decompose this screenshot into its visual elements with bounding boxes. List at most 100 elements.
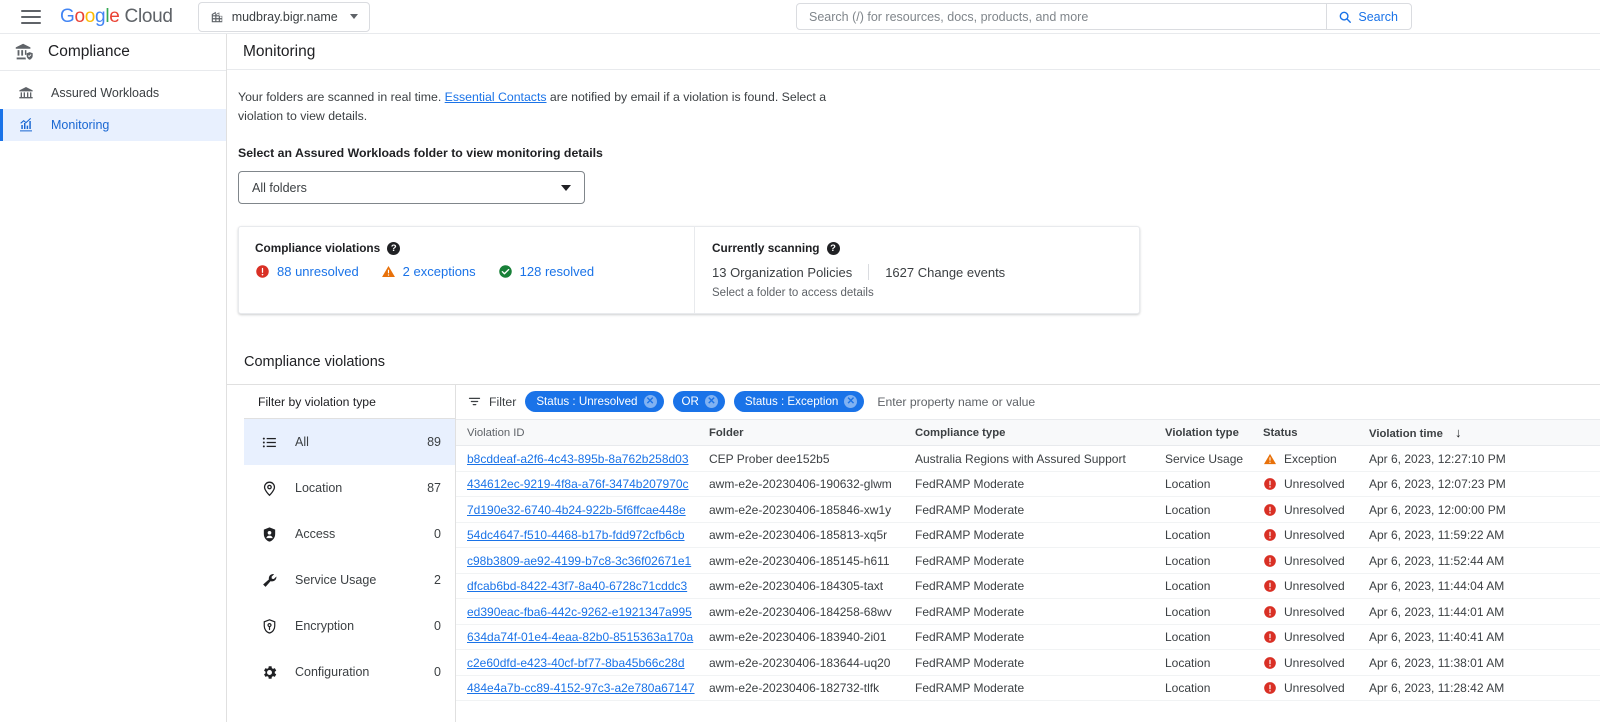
help-icon[interactable]: ?	[826, 241, 840, 255]
error-icon	[1263, 605, 1277, 619]
filter-type-all[interactable]: All 89	[244, 419, 455, 466]
cell-folder: awm-e2e-20230406-183644-uq20	[709, 649, 915, 676]
logo-cloud-text: Cloud	[124, 5, 173, 27]
cell-violation-id: c98b3809-ae92-4199-b7c8-3c36f02671e1	[456, 547, 709, 574]
sidebar-title: Compliance	[0, 34, 226, 71]
table-row[interactable]: 54dc4647-f510-4468-b17b-fdd972cfb6cb awm-…	[456, 522, 1600, 549]
filter-type-label: Access	[295, 527, 336, 542]
warning-icon	[1263, 452, 1277, 466]
cell-compliance-type: FedRAMP Moderate	[915, 522, 1165, 549]
search-button[interactable]: Search	[1326, 4, 1411, 29]
cell-violation-time: Apr 6, 2023, 11:44:01 AM	[1369, 598, 1600, 625]
filter-type-location[interactable]: Location 87	[244, 465, 455, 511]
filter-bar: Filter Status : Unresolved ✕ OR ✕ Status…	[456, 385, 1600, 419]
compliance-violations-heading-label: Compliance violations	[255, 241, 381, 256]
violation-id-link[interactable]: 434612ec-9219-4f8a-a76f-3474b207970c	[467, 477, 689, 491]
table-header-row: Violation ID Folder Compliance type Viol…	[456, 419, 1600, 447]
table-row[interactable]: c98b3809-ae92-4199-b7c8-3c36f02671e1 awm-…	[456, 547, 1600, 574]
summary-card: Compliance violations ? 88 unresolved 2 …	[238, 226, 1140, 315]
cell-violation-type: Location	[1165, 675, 1263, 702]
table-row[interactable]: c2e60dfd-e423-40cf-bf77-8ba45b66c28d awm-…	[456, 649, 1600, 676]
filter-type-configuration[interactable]: Configuration 0	[244, 649, 455, 695]
sidebar-item-assured-workloads[interactable]: Assured Workloads	[0, 77, 226, 109]
status-badge: Unresolved	[1284, 553, 1345, 568]
cell-status: Unresolved	[1263, 649, 1369, 676]
filter-input-placeholder[interactable]: Enter property name or value	[877, 395, 1035, 409]
violation-id-link[interactable]: 54dc4647-f510-4468-b17b-fdd972cfb6cb	[467, 528, 685, 542]
close-icon[interactable]: ✕	[844, 395, 858, 409]
violation-id-link[interactable]: 484e4a7b-cc89-4152-97c3-a2e780a67147	[467, 681, 695, 695]
compliance-violations-heading: Compliance violations ?	[255, 241, 694, 255]
chevron-down-icon	[561, 184, 571, 191]
cell-compliance-type: FedRAMP Moderate	[915, 649, 1165, 676]
divider	[868, 264, 870, 281]
filter-chip-or[interactable]: OR ✕	[672, 391, 725, 413]
cell-violation-type: Location	[1165, 649, 1263, 676]
filter-icon	[467, 394, 482, 409]
help-icon[interactable]: ?	[387, 241, 401, 255]
cell-status: Unresolved	[1263, 573, 1369, 600]
violation-id-link[interactable]: ed390eac-fba6-442c-9262-e1921347a995	[467, 605, 692, 619]
column-header-violation-id[interactable]: Violation ID	[456, 419, 709, 447]
sidebar-item-monitoring[interactable]: Monitoring	[0, 109, 226, 141]
cell-violation-id: ed390eac-fba6-442c-9262-e1921347a995	[456, 598, 709, 625]
cell-violation-id: 634da74f-01e4-4eaa-82b0-8515363a170a	[456, 624, 709, 651]
column-header-status[interactable]: Status	[1263, 419, 1369, 447]
table-row[interactable]: 434612ec-9219-4f8a-a76f-3474b207970c awm-…	[456, 471, 1600, 498]
table-row[interactable]: b8cddeaf-a2f6-4c43-895b-8a762b258d03 CEP …	[456, 445, 1600, 472]
violation-id-link[interactable]: 634da74f-01e4-4eaa-82b0-8515363a170a	[467, 630, 693, 644]
cell-status: Unresolved	[1263, 522, 1369, 549]
stat-resolved[interactable]: 128 resolved	[498, 264, 594, 279]
column-header-compliance-type[interactable]: Compliance type	[915, 419, 1165, 447]
check-circle-icon	[498, 264, 513, 279]
filter-button[interactable]: Filter	[467, 394, 516, 409]
close-icon[interactable]: ✕	[704, 395, 718, 409]
table-row[interactable]: 634da74f-01e4-4eaa-82b0-8515363a170a awm-…	[456, 624, 1600, 651]
cell-violation-type: Service Usage	[1165, 445, 1263, 472]
violation-id-link[interactable]: c98b3809-ae92-4199-b7c8-3c36f02671e1	[467, 554, 691, 568]
table-row[interactable]: ed390eac-fba6-442c-9262-e1921347a995 awm-…	[456, 598, 1600, 625]
stat-exceptions[interactable]: 2 exceptions	[381, 264, 476, 279]
stat-unresolved[interactable]: 88 unresolved	[255, 264, 359, 279]
logo-letter: o	[74, 5, 85, 27]
column-header-violation-type[interactable]: Violation type	[1165, 419, 1263, 447]
sidebar-title-label: Compliance	[48, 43, 130, 60]
folder-select[interactable]: All folders	[238, 171, 585, 205]
essential-contacts-link[interactable]: Essential Contacts	[445, 90, 547, 104]
column-header-violation-time[interactable]: Violation time ↓	[1369, 419, 1600, 447]
cell-violation-id: 7d190e32-6740-4b24-922b-5f6ffcae448e	[456, 496, 709, 523]
filter-type-encryption[interactable]: Encryption 0	[244, 603, 455, 649]
hamburger-menu-icon[interactable]	[21, 9, 41, 24]
table-row[interactable]: 484e4a7b-cc89-4152-97c3-a2e780a67147 awm-…	[456, 675, 1600, 702]
google-cloud-logo[interactable]: Google Cloud	[60, 6, 173, 28]
intro-text-part1: Your folders are scanned in real time.	[238, 90, 445, 105]
search-input[interactable]	[797, 4, 1327, 29]
app-shell: Compliance Assured Workloads Monitoring …	[0, 33, 1600, 722]
cell-status: Unresolved	[1263, 496, 1369, 523]
violation-id-link[interactable]: c2e60dfd-e423-40cf-bf77-8ba45b66c28d	[467, 656, 685, 670]
table-row[interactable]: dfcab6bd-8422-43f7-8a40-6728c71cddc3 awm-…	[456, 573, 1600, 600]
violation-id-link[interactable]: 7d190e32-6740-4b24-922b-5f6ffcae448e	[467, 503, 686, 517]
error-icon	[1263, 681, 1277, 695]
filter-type-label: Encryption	[295, 619, 355, 634]
gear-icon	[260, 663, 278, 681]
sidebar: Compliance Assured Workloads Monitoring	[0, 34, 227, 722]
filter-type-count: 0	[434, 665, 441, 680]
violation-id-link[interactable]: b8cddeaf-a2f6-4c43-895b-8a762b258d03	[467, 452, 689, 466]
filter-type-service-usage[interactable]: Service Usage 2	[244, 557, 455, 603]
filter-type-access[interactable]: Access 0	[244, 511, 455, 557]
status-badge: Unresolved	[1284, 681, 1345, 696]
filter-chip-status-exception[interactable]: Status : Exception ✕	[733, 391, 865, 413]
filter-chip-status-unresolved[interactable]: Status : Unresolved ✕	[525, 391, 664, 413]
violation-id-link[interactable]: dfcab6bd-8422-43f7-8a40-6728c71cddc3	[467, 579, 687, 593]
cell-status: Unresolved	[1263, 471, 1369, 498]
search-icon	[1338, 10, 1352, 24]
cell-compliance-type: FedRAMP Moderate	[915, 573, 1165, 600]
error-icon	[1263, 528, 1277, 542]
column-header-folder[interactable]: Folder	[709, 419, 915, 447]
project-selector[interactable]: mudbray.bigr.name	[197, 1, 370, 32]
close-icon[interactable]: ✕	[643, 395, 657, 409]
cell-status: Unresolved	[1263, 675, 1369, 702]
arrow-down-icon: ↓	[1455, 425, 1462, 441]
table-row[interactable]: 7d190e32-6740-4b24-922b-5f6ffcae448e awm-…	[456, 496, 1600, 523]
